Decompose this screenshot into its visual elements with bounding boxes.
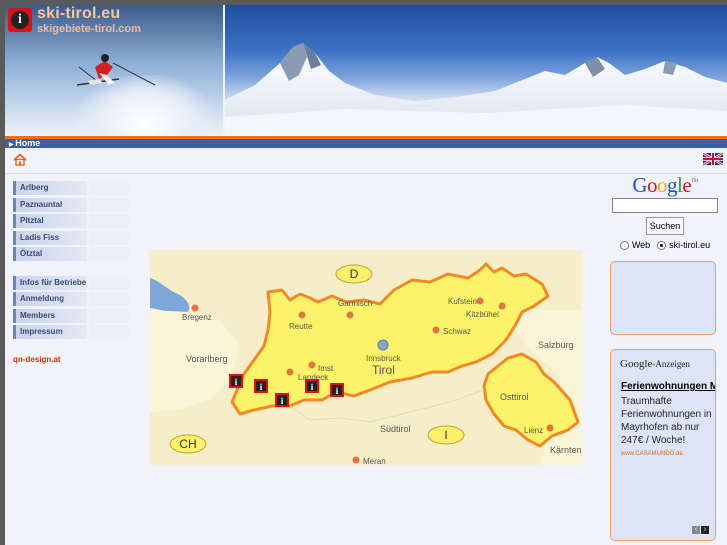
sidebar-item-ladis-fiss-serfaus[interactable]: Ladis Fiss Serfaus xyxy=(13,230,129,256)
ads-suffix: -Anzeigen xyxy=(652,359,690,369)
place-meran[interactable]: Meran xyxy=(352,456,386,466)
sidebar-item-infos-fuer-betriebe[interactable]: Infos für Betriebe xyxy=(13,275,129,290)
label-suedtirol: Südtirol xyxy=(380,424,411,434)
sidebar-item-pad xyxy=(89,230,129,245)
ad-text: Traumhafte Ferienwohnungen in Mayrhofen … xyxy=(621,396,712,446)
sidebar: Arlberg Paznauntal Pitztal Ladis Fiss Se… xyxy=(13,181,129,364)
info-logo-icon: i xyxy=(8,8,32,32)
skier-illustration xyxy=(77,54,156,86)
sidebar-item-pad xyxy=(89,308,129,323)
info-marker-arlberg[interactable]: i xyxy=(229,374,243,388)
sidebar-item-label: Ötztal xyxy=(13,247,87,261)
info-marker-oetztal[interactable]: i xyxy=(330,383,344,397)
search-input[interactable] xyxy=(612,198,718,213)
info-marker-pitztal[interactable]: i xyxy=(305,379,319,393)
toolbar xyxy=(5,151,727,174)
place-label: Imst xyxy=(318,364,334,373)
radio-site-label: ski-tirol.eu xyxy=(669,240,711,250)
place-label: Schwaz xyxy=(443,327,471,336)
badge-germany-text: D xyxy=(350,267,359,281)
ad-title: Ferienwohnungen Mayrhofen xyxy=(621,381,715,392)
mountain-scenery xyxy=(225,43,727,136)
sidebar-item-pad xyxy=(89,181,129,195)
place-label: Bregenz xyxy=(182,313,212,322)
label-salzburg: Salzburg xyxy=(538,340,574,350)
sidebar-item-oetztal[interactable]: Ötztal xyxy=(13,247,129,261)
sidebar-item-label: Anmeldung xyxy=(13,292,87,306)
label-osttirol: Osttirol xyxy=(500,392,529,402)
badge-italy-text: I xyxy=(444,428,447,442)
page-frame: i ski-tirol.eu skigebiete-tirol.com ▶ Ho… xyxy=(5,5,727,545)
ad-placeholder-box xyxy=(610,261,716,335)
place-label: Kitzbühel xyxy=(466,310,499,319)
sidebar-item-label: Paznauntal xyxy=(13,197,87,212)
sidebar-item-label: Members xyxy=(13,308,87,323)
sidebar-item-paznauntal[interactable]: Paznauntal xyxy=(13,197,129,212)
google-ads-box: Google-Anzeigen Ferienwohnungen Mayrhofe… xyxy=(610,349,716,541)
ad-title-link[interactable]: Ferienwohnungen Mayrhofen xyxy=(621,380,715,393)
place-label: Kufstein xyxy=(448,297,477,306)
google-search-box: GoogleTM Suchen Web ski-tirol.eu xyxy=(610,173,720,250)
search-button[interactable]: Suchen xyxy=(646,217,684,235)
sidebar-item-label: Infos für Betriebe xyxy=(13,275,87,290)
radio-site[interactable] xyxy=(657,240,667,250)
ads-header[interactable]: Google-Anzeigen xyxy=(620,358,715,370)
google-tm: TM xyxy=(691,179,698,184)
lake-constance xyxy=(150,278,190,314)
place-label: Meran xyxy=(363,457,386,465)
sidebar-item-pitztal[interactable]: Pitztal xyxy=(13,214,129,228)
top-navbar: Home xyxy=(5,137,727,151)
site-subtitle: skigebiete-tirol.com xyxy=(37,23,141,35)
place-label: Innsbruck xyxy=(366,354,402,363)
home-link[interactable]: Home xyxy=(9,137,40,151)
sidebar-item-arlberg[interactable]: Arlberg xyxy=(13,181,129,195)
sidebar-item-members[interactable]: Members xyxy=(13,308,129,323)
info-marker-paznauntal[interactable]: i xyxy=(254,379,268,393)
ad-prev-icon[interactable]: ‹ xyxy=(692,526,700,534)
sidebar-item-pad xyxy=(89,247,129,261)
sidebar-item-label: Arlberg xyxy=(13,181,87,195)
sidebar-item-label: Ladis Fiss Serfaus xyxy=(13,230,87,256)
ad-nav: ‹ › xyxy=(692,526,709,534)
info-marker-ladis-fiss-serfaus[interactable]: i xyxy=(275,393,289,407)
label-tirol: Tirol xyxy=(372,363,395,377)
sidebar-item-anmeldung[interactable]: Anmeldung xyxy=(13,292,129,306)
badge-switzerland-text: CH xyxy=(179,437,196,451)
tirol-map-svg: D CH I Tirol Osttirol Vorarlberg Salzbur… xyxy=(150,262,582,466)
home-icon[interactable] xyxy=(13,153,27,166)
header-banner: i ski-tirol.eu skigebiete-tirol.com xyxy=(5,5,727,138)
sidebar-item-impressum[interactable]: Impressum xyxy=(13,325,129,339)
sidebar-item-pad xyxy=(89,197,129,212)
site-title: ski-tirol.eu xyxy=(37,5,121,22)
sidebar-item-pad xyxy=(89,292,129,306)
ads-brand: Google xyxy=(620,358,653,370)
place-label: Garmisch xyxy=(338,299,372,308)
mountain-photo xyxy=(225,5,727,136)
ad-url[interactable]: www.CASAMUNDO.de xyxy=(621,451,715,457)
google-logo: GoogleTM xyxy=(632,173,698,197)
sidebar-item-pad xyxy=(89,325,129,339)
radio-web[interactable] xyxy=(619,240,629,250)
sidebar-item-label: Impressum xyxy=(13,325,87,339)
label-kaernten: Kärnten xyxy=(550,445,582,455)
sidebar-item-pad xyxy=(89,275,129,290)
ad-next-icon[interactable]: › xyxy=(701,526,709,534)
label-vorarlberg: Vorarlberg xyxy=(186,354,228,364)
english-flag-icon[interactable] xyxy=(703,153,723,165)
sidebar-item-label: Pitztal xyxy=(13,214,87,228)
place-label: Lienz xyxy=(524,426,543,435)
search-scope-options: Web ski-tirol.eu xyxy=(610,240,720,250)
radio-web-label: Web xyxy=(631,240,651,250)
logo-panel[interactable]: i ski-tirol.eu skigebiete-tirol.com xyxy=(5,5,223,136)
place-label: Reutte xyxy=(289,322,313,331)
tirol-map[interactable]: D CH I Tirol Osttirol Vorarlberg Salzbur… xyxy=(150,250,582,465)
design-credit-link[interactable]: qn-design.at xyxy=(13,355,129,364)
sidebar-item-pad xyxy=(89,214,129,228)
